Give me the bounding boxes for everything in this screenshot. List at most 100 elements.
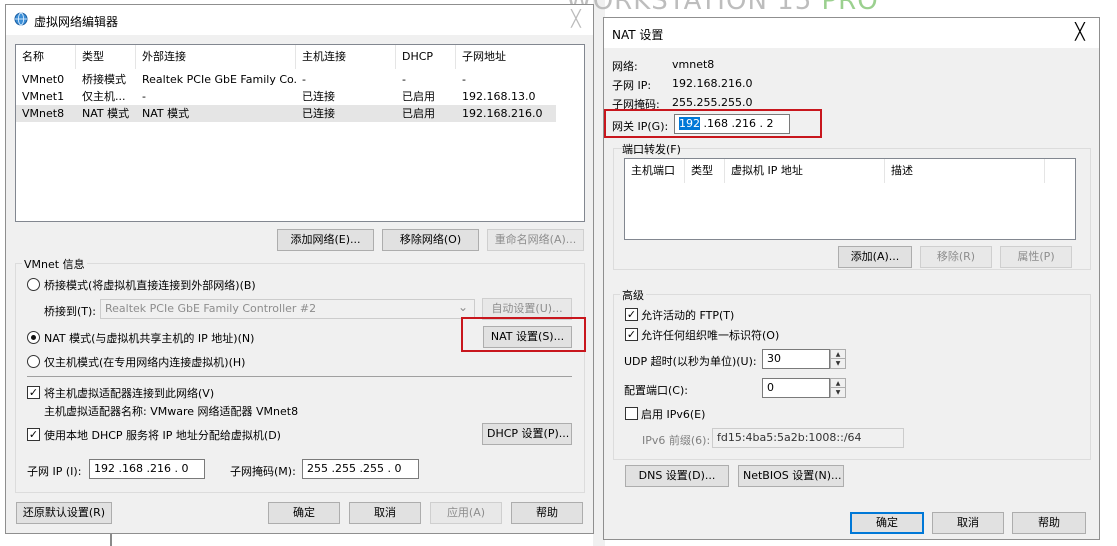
cell: NAT 模式 bbox=[142, 107, 190, 120]
connect-adapter-label[interactable]: 将主机虚拟适配器连接到此网络(V) bbox=[44, 385, 214, 401]
divider bbox=[27, 376, 572, 377]
close-icon[interactable]: ╳ bbox=[565, 9, 587, 29]
table-row[interactable]: VMnet0 桥接模式 Realtek PCIe GbE Family Co..… bbox=[16, 71, 556, 88]
close-icon[interactable]: ╳ bbox=[1069, 22, 1091, 42]
col-type[interactable]: 类型 bbox=[685, 159, 725, 183]
dns-settings-button[interactable]: DNS 设置(D)... bbox=[625, 465, 729, 487]
config-port-field[interactable]: 0 bbox=[762, 378, 830, 398]
col-vm-ip[interactable]: 虚拟机 IP 地址 bbox=[725, 159, 885, 183]
connect-adapter-checkbox[interactable]: ✓ bbox=[27, 386, 40, 399]
col-host[interactable]: 主机连接 bbox=[296, 45, 396, 69]
window-title: 虚拟网络编辑器 bbox=[34, 15, 119, 29]
restore-defaults-button[interactable]: 还原默认设置(R) bbox=[16, 502, 112, 524]
cell: NAT 模式 bbox=[82, 107, 130, 120]
subnet-ip-value: 192.168.216.0 bbox=[672, 77, 753, 90]
bridge-to-value: Realtek PCIe GbE Family Controller #2 bbox=[105, 302, 317, 315]
nat-settings-window: NAT 设置 ╳ 网络: vmnet8 子网 IP: 192.168.216.0… bbox=[603, 17, 1100, 540]
group-title: 端口转发(F) bbox=[622, 143, 681, 156]
col-description[interactable]: 描述 bbox=[885, 159, 1045, 183]
table-row-selected[interactable]: VMnet8 NAT 模式 NAT 模式 已连接 已启用 192.168.216… bbox=[16, 105, 556, 122]
virtual-network-editor-window: 虚拟网络编辑器 ╳ 名称 类型 外部连接 主机连接 DHCP 子网地址 VMne… bbox=[5, 4, 594, 534]
allow-ftp-label[interactable]: 允许活动的 FTP(T) bbox=[641, 307, 734, 323]
config-port-spinner[interactable]: ▲ ▼ bbox=[830, 378, 846, 398]
subnet-ip-field[interactable]: 192 .168 .216 . 0 bbox=[89, 459, 205, 479]
add-network-button[interactable]: 添加网络(E)... bbox=[277, 229, 374, 251]
enable-ipv6-label[interactable]: 启用 IPv6(E) bbox=[641, 406, 705, 422]
host-only-radio[interactable] bbox=[27, 355, 40, 368]
col-host-port[interactable]: 主机端口 bbox=[625, 159, 685, 183]
bridge-mode-label[interactable]: 桥接模式(将虚拟机直接连接到外部网络)(B) bbox=[44, 277, 256, 293]
remove-button[interactable]: 移除(R) bbox=[920, 246, 992, 268]
dhcp-settings-button[interactable]: DHCP 设置(P)... bbox=[482, 423, 572, 445]
port-forwarding-list[interactable]: 主机端口 类型 虚拟机 IP 地址 描述 bbox=[624, 158, 1076, 240]
subnet-ip-label: 子网 IP (I): bbox=[27, 465, 82, 478]
title-bar: NAT 设置 ╳ bbox=[604, 18, 1099, 48]
network-value: vmnet8 bbox=[672, 58, 715, 71]
cell: 192.168.216.0 bbox=[462, 107, 543, 120]
cell: Realtek PCIe GbE Family Co... bbox=[142, 73, 296, 86]
ok-button[interactable]: 确定 bbox=[850, 512, 924, 534]
help-button[interactable]: 帮助 bbox=[1012, 512, 1086, 534]
use-dhcp-checkbox[interactable]: ✓ bbox=[27, 428, 40, 441]
nat-mode-label[interactable]: NAT 模式(与虚拟机共享主机的 IP 地址)(N) bbox=[44, 330, 254, 346]
cell: 桥接模式 bbox=[82, 73, 126, 86]
col-dhcp[interactable]: DHCP bbox=[396, 45, 456, 69]
cell: VMnet0 bbox=[22, 73, 65, 86]
col-type[interactable]: 类型 bbox=[76, 45, 136, 69]
config-port-label: 配置端口(C): bbox=[624, 384, 688, 397]
allow-oui-label[interactable]: 允许任何组织唯一标识符(O) bbox=[641, 327, 779, 343]
cell: VMnet8 bbox=[22, 107, 65, 120]
cell: - bbox=[142, 90, 146, 103]
cancel-button[interactable]: 取消 bbox=[932, 512, 1004, 534]
spin-up-icon[interactable]: ▲ bbox=[831, 350, 845, 359]
bridge-to-select[interactable]: Realtek PCIe GbE Family Controller #2 ⌄ bbox=[100, 299, 475, 319]
udp-timeout-field[interactable]: 30 bbox=[762, 349, 830, 369]
list-header: 主机端口 类型 虚拟机 IP 地址 描述 bbox=[625, 159, 1075, 183]
bridge-mode-radio[interactable] bbox=[27, 278, 40, 291]
spin-up-icon[interactable]: ▲ bbox=[831, 379, 845, 388]
netbios-settings-button[interactable]: NetBIOS 设置(N)... bbox=[738, 465, 844, 487]
cell: - bbox=[302, 73, 306, 86]
nat-mode-radio[interactable] bbox=[27, 331, 40, 344]
network-globe-icon bbox=[14, 12, 28, 26]
col-name[interactable]: 名称 bbox=[16, 45, 76, 69]
subnet-mask-field[interactable]: 255 .255 .255 . 0 bbox=[302, 459, 419, 479]
banner-text: WORKSTATION 15 bbox=[566, 0, 822, 16]
add-button[interactable]: 添加(A)... bbox=[838, 246, 912, 268]
spin-down-icon[interactable]: ▼ bbox=[831, 359, 845, 368]
remove-network-button[interactable]: 移除网络(O) bbox=[382, 229, 479, 251]
enable-ipv6-checkbox[interactable] bbox=[625, 407, 638, 420]
network-list[interactable]: 名称 类型 外部连接 主机连接 DHCP 子网地址 VMnet0 桥接模式 Re… bbox=[15, 44, 585, 222]
group-title: VMnet 信息 bbox=[22, 256, 87, 272]
workstation-banner: WORKSTATION 15 PRO bbox=[566, 0, 879, 16]
highlight-box bbox=[604, 109, 822, 138]
udp-timeout-spinner[interactable]: ▲ ▼ bbox=[830, 349, 846, 369]
cell: 已连接 bbox=[302, 90, 335, 103]
ipv6-prefix-label: IPv6 前缀(6): bbox=[642, 434, 711, 447]
cancel-button[interactable]: 取消 bbox=[349, 502, 421, 524]
col-external[interactable]: 外部连接 bbox=[136, 45, 296, 69]
spin-down-icon[interactable]: ▼ bbox=[831, 388, 845, 397]
cell: 已启用 bbox=[402, 90, 435, 103]
ok-button[interactable]: 确定 bbox=[268, 502, 340, 524]
chevron-down-icon: ⌄ bbox=[457, 300, 468, 314]
rename-network-button[interactable]: 重命名网络(A)... bbox=[487, 229, 584, 251]
subnet-mask-label: 子网掩码(M): bbox=[230, 465, 296, 478]
host-only-label[interactable]: 仅主机模式(在专用网络内连接虚拟机)(H) bbox=[44, 354, 245, 370]
apply-button[interactable]: 应用(A) bbox=[430, 502, 502, 524]
cell: 192.168.13.0 bbox=[462, 90, 536, 103]
banner-pro: PRO bbox=[821, 0, 879, 16]
help-button[interactable]: 帮助 bbox=[511, 502, 583, 524]
group-title: 高级 bbox=[620, 287, 646, 303]
allow-ftp-checkbox[interactable]: ✓ bbox=[625, 308, 638, 321]
allow-oui-checkbox[interactable]: ✓ bbox=[625, 328, 638, 341]
udp-timeout-label: UDP 超时(以秒为单位)(U): bbox=[624, 355, 757, 368]
col-subnet[interactable]: 子网地址 bbox=[456, 45, 556, 69]
properties-button[interactable]: 属性(P) bbox=[1000, 246, 1072, 268]
ipv6-prefix-field[interactable]: fd15:4ba5:5a2b:1008::/64 bbox=[712, 428, 904, 448]
adapter-name-label: 主机虚拟适配器名称: VMware 网络适配器 VMnet8 bbox=[44, 405, 299, 418]
table-row[interactable]: VMnet1 仅主机... - 已连接 已启用 192.168.13.0 bbox=[16, 88, 556, 105]
cell: VMnet1 bbox=[22, 90, 65, 103]
use-dhcp-label[interactable]: 使用本地 DHCP 服务将 IP 地址分配给虚拟机(D) bbox=[44, 427, 281, 443]
subnet-ip-label: 子网 IP: bbox=[612, 79, 652, 92]
